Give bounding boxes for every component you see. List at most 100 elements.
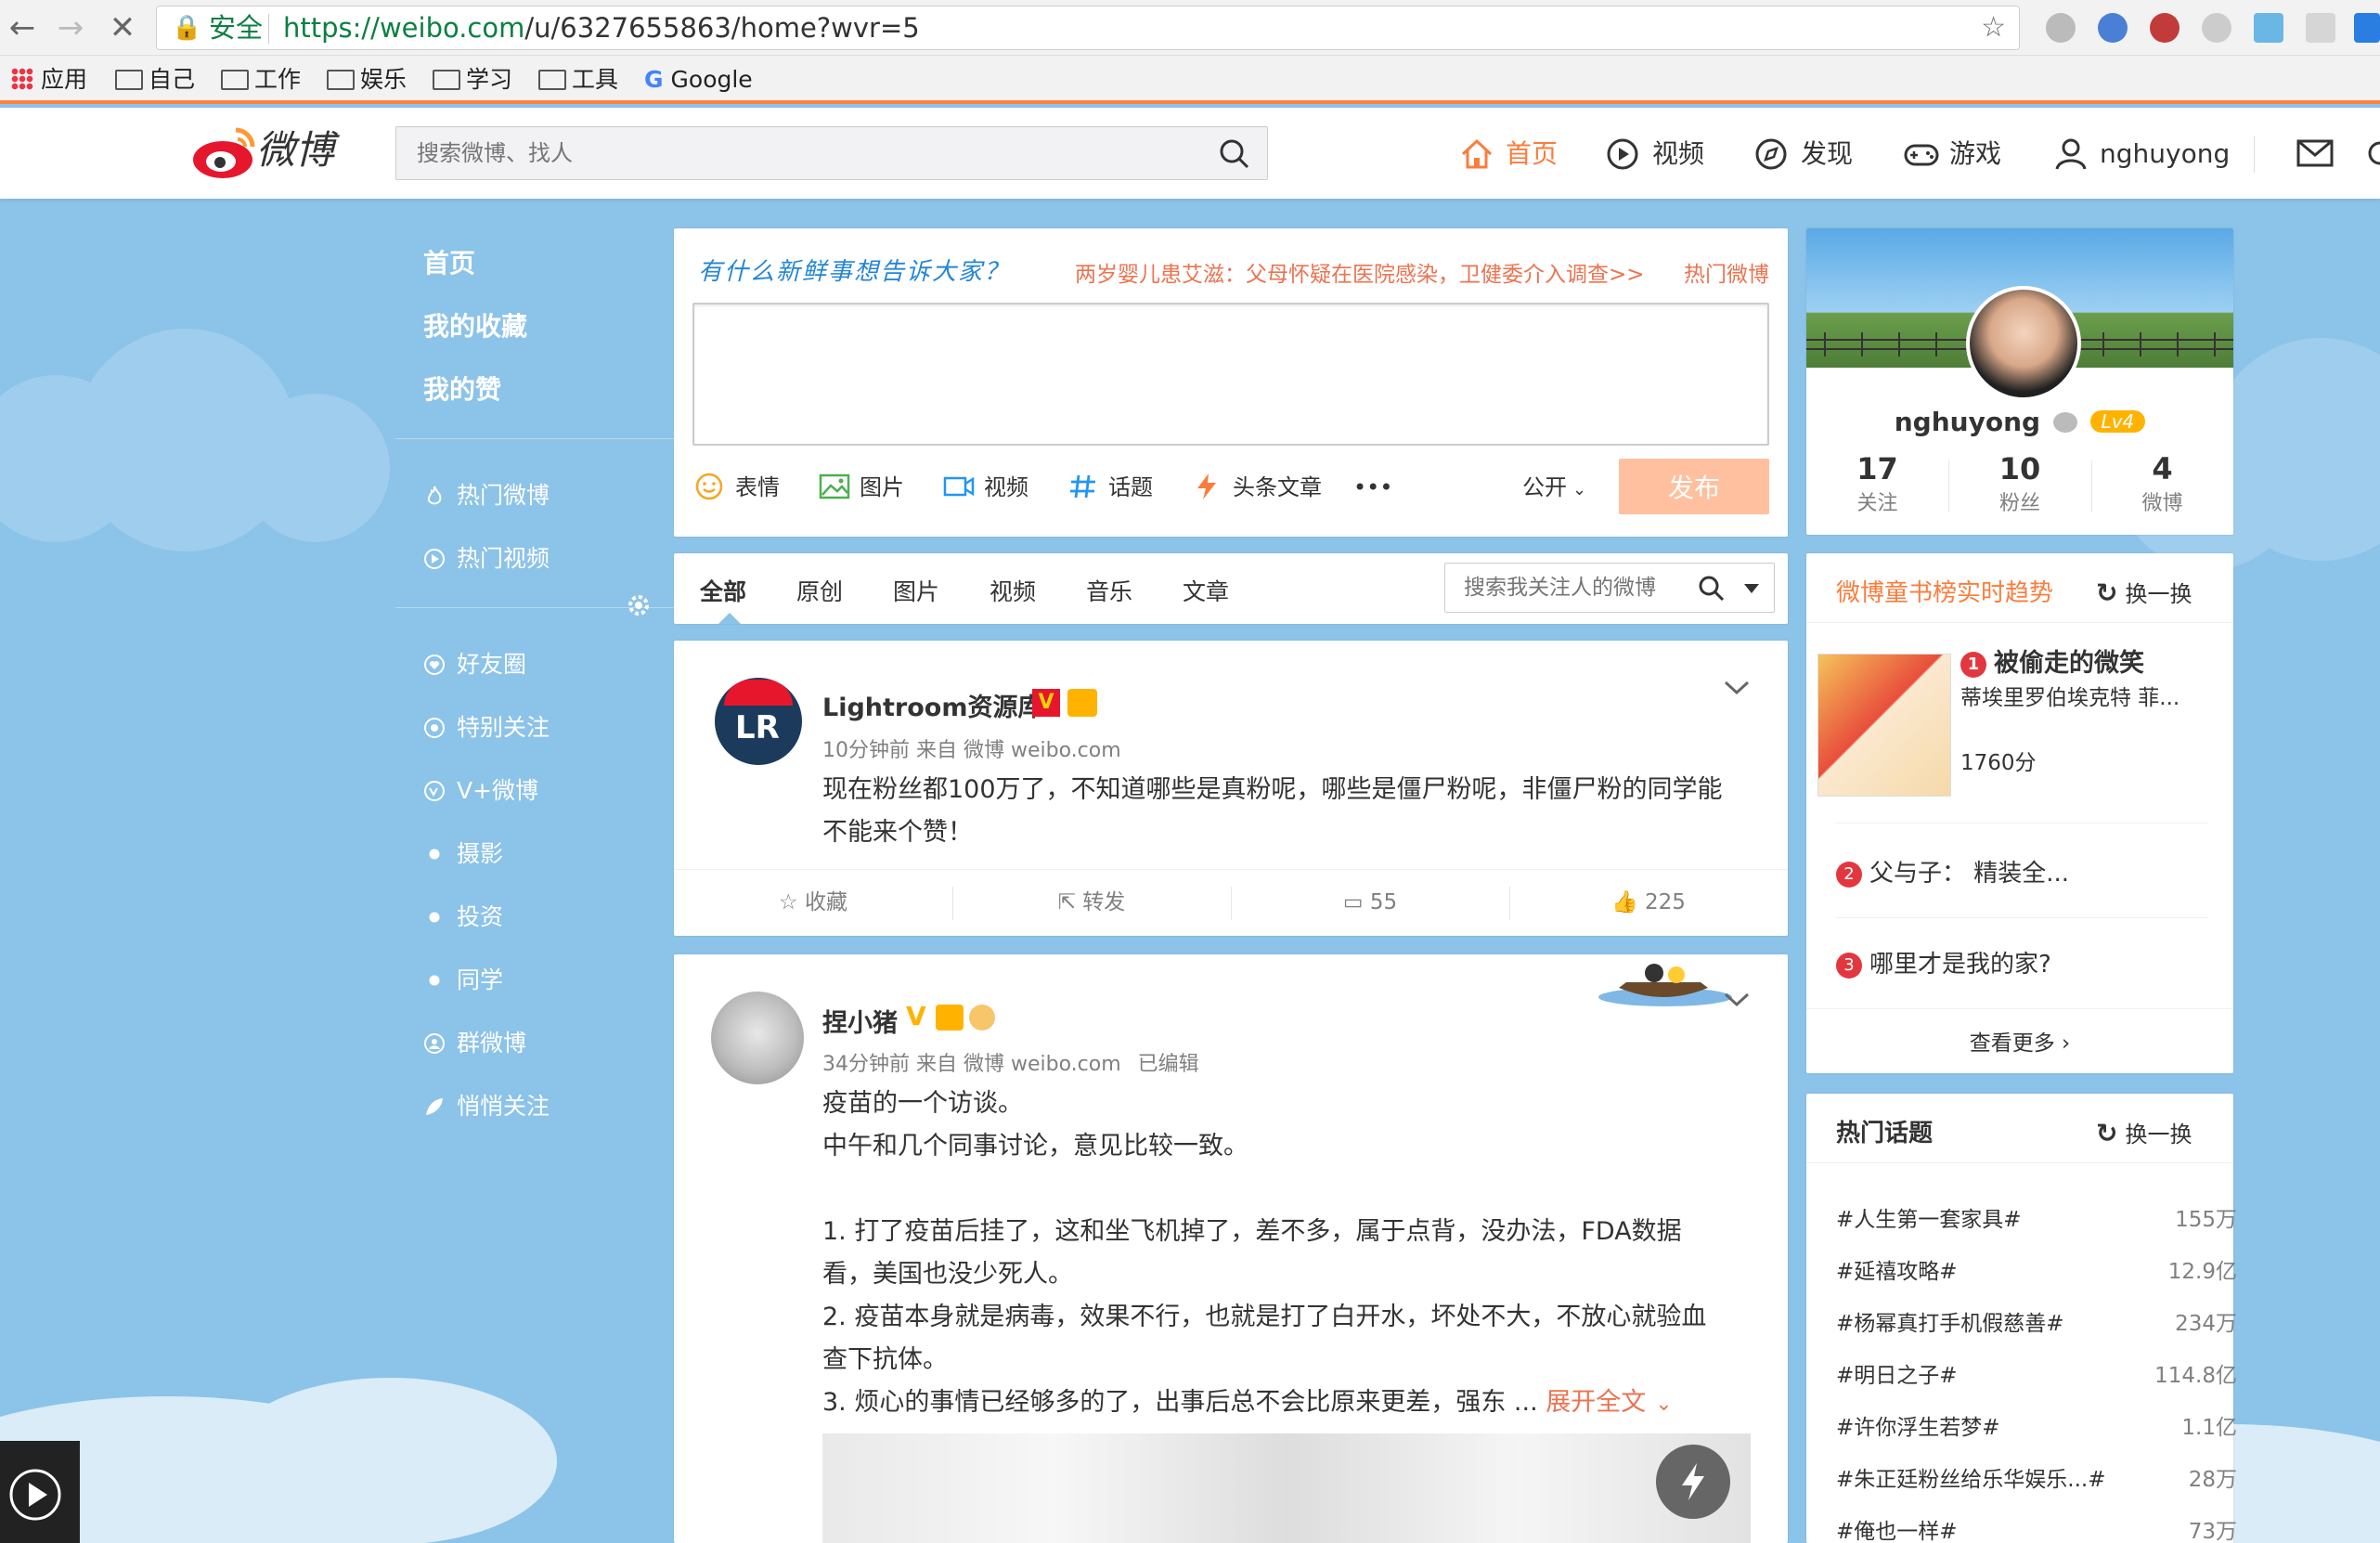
tab-videos[interactable]: 视频 <box>990 574 1036 607</box>
followed-search-input[interactable] <box>1445 564 1687 612</box>
tool-article[interactable]: 头条文章 <box>1192 472 1322 503</box>
search-icon[interactable] <box>1698 575 1726 603</box>
post-avatar[interactable]: LR <box>715 678 802 765</box>
extension-icon-7[interactable] <box>2354 13 2380 43</box>
profile-name[interactable]: nghuyong <box>1895 407 2040 437</box>
bookmark-folder-tools[interactable]: 工具 <box>538 63 618 97</box>
nav-games[interactable]: 游戏 <box>1903 134 2014 175</box>
visibility-select[interactable]: 公开 ⌄ <box>1522 472 1586 503</box>
left-nav-group-invest[interactable]: 投资 <box>423 899 503 932</box>
composer-hot-headline[interactable]: 两岁婴儿患艾滋：父母怀疑在医院感染，卫健委介入调查>> <box>1075 256 1645 288</box>
post-media-preview[interactable] <box>822 1433 1751 1543</box>
composer-textarea[interactable] <box>692 303 1769 446</box>
stat-followers[interactable]: 10 粉丝 <box>1948 451 2091 516</box>
nav-video[interactable]: 视频 <box>1606 134 1717 175</box>
stop-icon[interactable]: ✕ <box>104 9 141 46</box>
edited-label[interactable]: 已编辑 <box>1138 1053 1199 1076</box>
tool-topic[interactable]: 话题 <box>1067 472 1153 503</box>
post-author[interactable]: Lightroom资源库 <box>822 687 1042 723</box>
bookmark-folder-study[interactable]: 学习 <box>433 63 512 97</box>
extension-icon-4[interactable] <box>2202 13 2231 43</box>
left-nav-vplus[interactable]: V+微博 <box>423 772 538 806</box>
chevron-down-icon[interactable]: ⌄ <box>1655 1393 1672 1416</box>
left-nav-friends-circle[interactable]: 好友圈 <box>423 646 526 680</box>
left-nav-group-photo[interactable]: 摄影 <box>423 836 503 869</box>
stat-posts[interactable]: 4 微博 <box>2091 451 2233 516</box>
extension-icon-5[interactable] <box>2254 13 2283 43</box>
see-more-link[interactable]: 查看更多 › <box>1806 1025 2233 1057</box>
tool-video[interactable]: 视频 <box>943 472 1028 503</box>
tool-image[interactable]: 图片 <box>819 472 904 503</box>
tool-more[interactable]: ••• <box>1353 472 1392 503</box>
left-nav-likes[interactable]: 我的赞 <box>423 370 501 407</box>
book-item-2[interactable]: 2 父与子： 精装全... <box>1836 854 2069 888</box>
topic-row[interactable]: #延禧攻略# 12.9亿 <box>1836 1253 2237 1285</box>
caret-down-icon[interactable] <box>1744 584 1759 593</box>
bookmark-folder-self[interactable]: 自己 <box>115 63 195 97</box>
refresh-button[interactable]: ↻ 换一换 <box>2096 1116 2192 1148</box>
book-cover-image[interactable] <box>1817 654 1951 797</box>
level-badge[interactable]: Lv4 <box>2089 410 2146 433</box>
nav-home[interactable]: 首页 <box>1459 134 1571 175</box>
topic-row[interactable]: #人生第一套家具# 155万 <box>1836 1201 2237 1233</box>
profile-avatar[interactable] <box>1966 286 2081 401</box>
url-text[interactable]: https://weibo.com/u/6327655863/home?wvr=… <box>283 6 920 49</box>
forward-icon[interactable]: → <box>52 9 89 46</box>
left-nav-secret-follow[interactable]: 悄悄关注 <box>423 1088 550 1122</box>
topic-row[interactable]: #俺也一样# 73万 <box>1836 1513 2237 1543</box>
chevron-down-icon[interactable] <box>1723 988 1751 1010</box>
bookmark-folder-work[interactable]: 工作 <box>221 63 301 97</box>
repost-button[interactable]: ⇱ 转发 <box>952 870 1231 935</box>
extension-icon-6[interactable] <box>2306 13 2335 43</box>
tab-all[interactable]: 全部 <box>700 574 746 607</box>
topic-row[interactable]: #许你浮生若梦# 1.1亿 <box>1836 1409 2237 1441</box>
nav-profile[interactable]: nghuyong <box>2053 134 2239 175</box>
search-input[interactable] <box>396 127 1195 179</box>
tab-images[interactable]: 图片 <box>893 574 939 607</box>
bookmark-folder-fun[interactable]: 娱乐 <box>327 63 407 97</box>
topic-row[interactable]: #杨幂真打手机假慈善# 234万 <box>1836 1305 2237 1337</box>
refresh-button[interactable]: ↻ 换一换 <box>2096 576 2192 608</box>
bookmark-star-icon[interactable]: ☆ <box>1981 6 2006 49</box>
like-button[interactable]: 👍 225 <box>1509 870 1788 935</box>
expand-full-link[interactable]: 展开全文 <box>1546 1388 1646 1417</box>
left-nav-home[interactable]: 首页 <box>423 243 475 280</box>
topic-row[interactable]: #明日之子# 114.8亿 <box>1836 1357 2237 1389</box>
post-meta[interactable]: 10分钟前 来自 微博 weibo.com <box>822 733 1121 763</box>
chevron-down-icon[interactable] <box>1723 676 1751 698</box>
stat-following[interactable]: 17 关注 <box>1806 451 1948 516</box>
extension-icon-3[interactable] <box>2150 13 2180 43</box>
composer-hot-label[interactable]: 热门微博 <box>1684 256 1769 288</box>
left-nav-special-follow[interactable]: 特别关注 <box>423 709 550 743</box>
tool-emoji[interactable]: 表情 <box>694 472 780 503</box>
comment-button[interactable]: ▭ 55 <box>1231 870 1509 935</box>
left-nav-hot-weibo[interactable]: 热门微博 <box>423 477 550 511</box>
settings-gear-icon[interactable] <box>2367 139 2380 167</box>
nav-discover[interactable]: 发现 <box>1754 134 1866 175</box>
favorite-button[interactable]: ☆ 收藏 <box>674 870 952 935</box>
book-item-3[interactable]: 3 哪里才是我的家? <box>1836 945 2051 979</box>
extension-icon-2[interactable] <box>2098 13 2128 43</box>
extension-icon-1[interactable] <box>2046 13 2076 43</box>
topic-row[interactable]: #朱正廷粉丝给乐华娱乐...# 28万 <box>1836 1461 2237 1493</box>
left-nav-group-classmates[interactable]: 同学 <box>423 962 503 995</box>
left-nav-hot-video[interactable]: 热门视频 <box>423 540 550 574</box>
publish-button[interactable]: 发布 <box>1619 459 1769 514</box>
tab-original[interactable]: 原创 <box>796 574 843 607</box>
bookmark-apps[interactable]: 应用 <box>11 63 87 97</box>
mail-icon[interactable] <box>2296 139 2334 167</box>
tab-music[interactable]: 音乐 <box>1086 574 1132 607</box>
url-bar[interactable]: 🔒 安全 https://weibo.com/u/6327655863/home… <box>156 6 2020 50</box>
back-icon[interactable]: ← <box>4 9 41 46</box>
book-item-1-title[interactable]: 1 被偷走的微笑 <box>1960 642 2144 679</box>
post-meta[interactable]: 34分钟前 来自 微博 weibo.com 已编辑 <box>822 1047 1199 1077</box>
bookmark-google[interactable]: G Google <box>644 63 753 97</box>
search-icon[interactable] <box>1219 138 1250 170</box>
tab-articles[interactable]: 文章 <box>1183 574 1229 607</box>
floating-video-player[interactable] <box>0 1441 80 1543</box>
post-avatar[interactable] <box>711 992 804 1084</box>
left-nav-group-weibo[interactable]: 群微博 <box>423 1025 526 1058</box>
post-author[interactable]: 捏小猪 <box>822 1003 898 1039</box>
left-nav-favorites[interactable]: 我的收藏 <box>423 306 527 344</box>
quick-action-lightning-button[interactable] <box>1656 1445 1730 1519</box>
